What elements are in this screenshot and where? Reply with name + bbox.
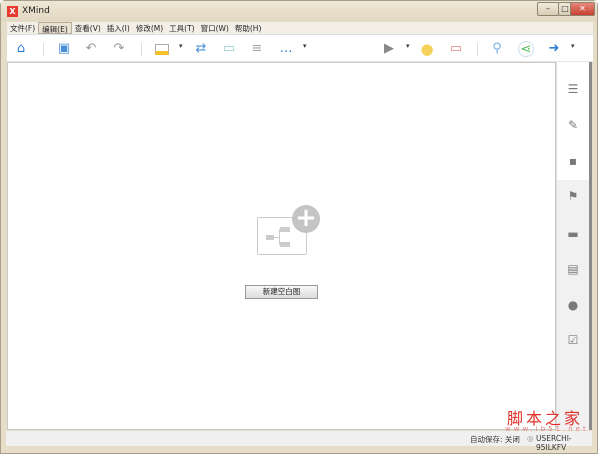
divider [141, 43, 142, 56]
more-dropdown-icon[interactable]: ▾ [303, 42, 307, 50]
toolbar: ⌂ ▣ ↶ ↷ ▾ ⇄ ▭ ≡ … ▾ ▶ ▾ ● ▭ ⚲ ⋖ ➜ ▾ [7, 34, 593, 62]
text-style-icon[interactable]: ▬ [566, 227, 580, 241]
status-bar: 自动保存: 关闭 ◎ USERCHI-95ILKFV [6, 431, 592, 452]
right-scrollbar[interactable] [589, 62, 592, 430]
user-name: USERCHI-95ILKFV [536, 434, 572, 452]
task-icon[interactable]: ☑ [566, 333, 580, 347]
home-icon[interactable]: ⌂ [13, 41, 29, 57]
window-title: XMind [22, 6, 50, 16]
title-bar: X XMind – □ ✕ [1, 1, 597, 21]
divider [477, 43, 478, 56]
user-icon: ◎ [527, 434, 534, 443]
xmind-logo-icon: X [7, 6, 18, 17]
menu-insert[interactable]: 插入(I) [104, 22, 133, 34]
notes-icon[interactable]: ▤ [566, 262, 580, 276]
summary-icon[interactable]: ≡ [249, 41, 265, 57]
export-icon[interactable]: ➜ [546, 41, 562, 57]
plus-icon[interactable]: + [292, 205, 320, 233]
save-icon[interactable]: ▣ [56, 41, 72, 57]
more-icon[interactable]: … [278, 41, 294, 57]
menu-edit[interactable]: 编辑(E) [38, 22, 72, 34]
export-dropdown-icon[interactable]: ▾ [571, 42, 575, 50]
gantt-icon[interactable]: ▭ [448, 41, 464, 57]
menu-modify[interactable]: 修改(M) [133, 22, 166, 34]
minimize-button[interactable]: – [537, 2, 559, 16]
relationship-icon[interactable]: ⇄ [193, 41, 209, 57]
menu-bar: 文件(F) 编辑(E) 查看(V) 插入(I) 修改(M) 工具(T) 窗口(W… [7, 22, 593, 34]
menu-help[interactable]: 帮助(H) [232, 22, 265, 34]
right-panel: ☰ ✎ ▪ ⚑ ▬ ▤ ● ☑ [556, 62, 589, 430]
topic-dropdown-icon[interactable]: ▾ [179, 42, 183, 50]
menu-tools[interactable]: 工具(T) [166, 22, 197, 34]
redo-icon[interactable]: ↷ [111, 41, 127, 57]
image-icon[interactable]: ▪ [566, 154, 580, 168]
divider [43, 43, 44, 56]
autosave-status[interactable]: 自动保存: 关闭 [470, 434, 520, 445]
search-icon[interactable]: ⚲ [489, 41, 505, 57]
presentation-dropdown-icon[interactable]: ▾ [406, 42, 410, 50]
comment-icon[interactable]: ● [566, 298, 580, 312]
boundary-icon[interactable]: ▭ [221, 41, 237, 57]
idea-icon[interactable]: ● [419, 41, 435, 57]
menu-file[interactable]: 文件(F) [7, 22, 38, 34]
close-button[interactable]: ✕ [570, 2, 595, 16]
outline-icon[interactable]: ☰ [566, 82, 580, 96]
undo-icon[interactable]: ↶ [83, 41, 99, 57]
share-icon[interactable]: ⋖ [518, 41, 534, 57]
new-blank-map-button[interactable]: 新建空白图 [245, 285, 318, 299]
menu-window[interactable]: 窗口(W) [198, 22, 232, 34]
presentation-icon[interactable]: ▶ [381, 41, 397, 57]
topic-icon[interactable] [155, 44, 169, 55]
menu-view[interactable]: 查看(V) [72, 22, 104, 34]
marker-flag-icon[interactable]: ⚑ [566, 189, 580, 203]
format-brush-icon[interactable]: ✎ [566, 118, 580, 132]
